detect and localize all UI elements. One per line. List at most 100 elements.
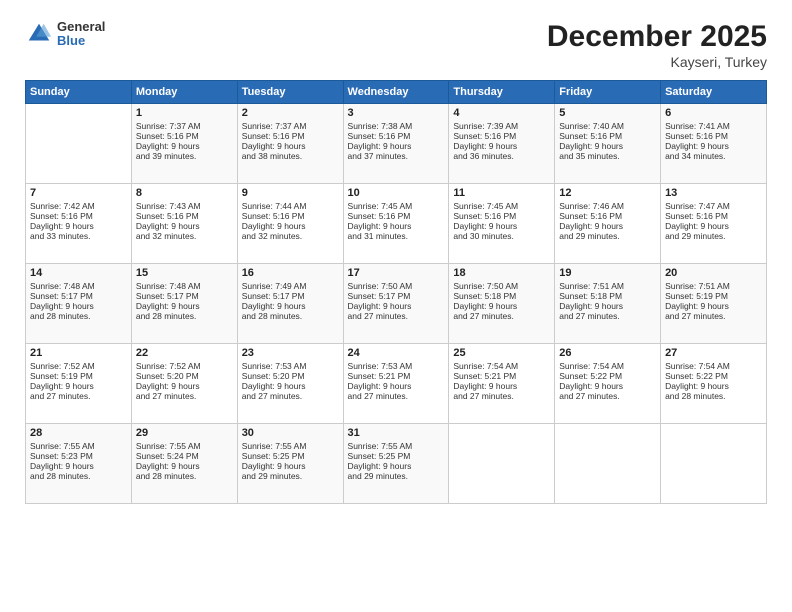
cell-w1-d0: 7Sunrise: 7:42 AMSunset: 5:16 PMDaylight… — [26, 184, 132, 264]
cell-w3-d6: 27Sunrise: 7:54 AMSunset: 5:22 PMDayligh… — [661, 344, 767, 424]
day-number: 19 — [559, 267, 656, 279]
cell-text: Daylight: 9 hours — [30, 381, 127, 391]
cell-w4-d3: 31Sunrise: 7:55 AMSunset: 5:25 PMDayligh… — [343, 424, 449, 504]
cell-text: and 27 minutes. — [453, 311, 550, 321]
cell-w0-d6: 6Sunrise: 7:41 AMSunset: 5:16 PMDaylight… — [661, 104, 767, 184]
cell-text: Sunrise: 7:53 AM — [348, 361, 445, 371]
cell-w1-d5: 12Sunrise: 7:46 AMSunset: 5:16 PMDayligh… — [555, 184, 661, 264]
col-saturday: Saturday — [661, 81, 767, 104]
cell-text: Daylight: 9 hours — [348, 461, 445, 471]
col-wednesday: Wednesday — [343, 81, 449, 104]
cell-text: Sunrise: 7:42 AM — [30, 201, 127, 211]
day-number: 8 — [136, 187, 233, 199]
cell-w1-d4: 11Sunrise: 7:45 AMSunset: 5:16 PMDayligh… — [449, 184, 555, 264]
cell-text: and 28 minutes. — [136, 311, 233, 321]
cell-text: Sunset: 5:24 PM — [136, 451, 233, 461]
cell-text: Daylight: 9 hours — [242, 381, 339, 391]
cell-text: Sunset: 5:16 PM — [559, 131, 656, 141]
calendar-page: General Blue December 2025 Kayseri, Turk… — [0, 0, 792, 612]
cell-text: Sunrise: 7:48 AM — [30, 281, 127, 291]
cell-w4-d2: 30Sunrise: 7:55 AMSunset: 5:25 PMDayligh… — [237, 424, 343, 504]
location: Kayseri, Turkey — [547, 54, 767, 70]
cell-text: Sunrise: 7:51 AM — [665, 281, 762, 291]
cell-text: and 27 minutes. — [136, 391, 233, 401]
day-number: 6 — [665, 107, 762, 119]
cell-text: Daylight: 9 hours — [136, 221, 233, 231]
cell-w3-d0: 21Sunrise: 7:52 AMSunset: 5:19 PMDayligh… — [26, 344, 132, 424]
cell-text: Sunrise: 7:37 AM — [242, 121, 339, 131]
cell-text: and 37 minutes. — [348, 151, 445, 161]
cell-text: Sunset: 5:16 PM — [665, 131, 762, 141]
cell-text: and 36 minutes. — [453, 151, 550, 161]
cell-text: and 33 minutes. — [30, 231, 127, 241]
cell-text: Sunset: 5:20 PM — [242, 371, 339, 381]
cell-text: Sunset: 5:21 PM — [348, 371, 445, 381]
cell-text: Sunset: 5:16 PM — [453, 131, 550, 141]
cell-w3-d1: 22Sunrise: 7:52 AMSunset: 5:20 PMDayligh… — [131, 344, 237, 424]
cell-text: Sunset: 5:25 PM — [348, 451, 445, 461]
cell-text: and 28 minutes. — [30, 311, 127, 321]
day-number: 22 — [136, 347, 233, 359]
cell-w0-d2: 2 Sunrise: 7:37 AMSunset: 5:16 PMDaylight… — [237, 104, 343, 184]
cell-text: Daylight: 9 hours — [136, 461, 233, 471]
cell-text: Daylight: 9 hours — [242, 141, 339, 151]
cell-text: and 27 minutes. — [348, 311, 445, 321]
cell-text: and 28 minutes. — [136, 471, 233, 481]
cell-text: and 31 minutes. — [348, 231, 445, 241]
day-number: 12 — [559, 187, 656, 199]
cell-text: Daylight: 9 hours — [665, 301, 762, 311]
week-row-1: 7Sunrise: 7:42 AMSunset: 5:16 PMDaylight… — [26, 184, 767, 264]
cell-w3-d2: 23Sunrise: 7:53 AMSunset: 5:20 PMDayligh… — [237, 344, 343, 424]
cell-text: Sunset: 5:16 PM — [136, 211, 233, 221]
cell-text: and 27 minutes. — [665, 311, 762, 321]
cell-w2-d6: 20 Sunrise: 7:51 AMSunset: 5:19 PMDayligh… — [661, 264, 767, 344]
day-number: 26 — [559, 347, 656, 359]
header: General Blue December 2025 Kayseri, Turk… — [25, 20, 767, 70]
cell-text: and 29 minutes. — [665, 231, 762, 241]
day-number: 2 — [242, 107, 339, 119]
title-block: December 2025 Kayseri, Turkey — [547, 20, 767, 70]
cell-w0-d4: 4Sunrise: 7:39 AMSunset: 5:16 PMDaylight… — [449, 104, 555, 184]
cell-text: Daylight: 9 hours — [136, 381, 233, 391]
month-title: December 2025 — [547, 20, 767, 54]
cell-text: Sunrise: 7:45 AM — [453, 201, 550, 211]
cell-text: and 35 minutes. — [559, 151, 656, 161]
calendar-table: Sunday Monday Tuesday Wednesday Thursday… — [25, 80, 767, 504]
cell-text: Sunrise: 7:41 AM — [665, 121, 762, 131]
logo: General Blue — [25, 20, 105, 49]
cell-w3-d4: 25Sunrise: 7:54 AMSunset: 5:21 PMDayligh… — [449, 344, 555, 424]
cell-text: Sunset: 5:16 PM — [453, 211, 550, 221]
cell-text: Daylight: 9 hours — [136, 141, 233, 151]
day-number: 5 — [559, 107, 656, 119]
cell-text: and 28 minutes. — [665, 391, 762, 401]
col-thursday: Thursday — [449, 81, 555, 104]
cell-text: Daylight: 9 hours — [559, 301, 656, 311]
cell-text: Sunrise: 7:55 AM — [30, 441, 127, 451]
cell-text: Sunrise: 7:40 AM — [559, 121, 656, 131]
cell-text: Sunset: 5:16 PM — [242, 131, 339, 141]
cell-text: Daylight: 9 hours — [348, 301, 445, 311]
week-row-0: 1Sunrise: 7:37 AMSunset: 5:16 PMDaylight… — [26, 104, 767, 184]
logo-text: General Blue — [57, 20, 105, 49]
cell-w1-d6: 13Sunrise: 7:47 AMSunset: 5:16 PMDayligh… — [661, 184, 767, 264]
cell-text: Sunrise: 7:55 AM — [348, 441, 445, 451]
cell-text: Daylight: 9 hours — [136, 301, 233, 311]
col-sunday: Sunday — [26, 81, 132, 104]
cell-text: and 27 minutes. — [559, 311, 656, 321]
day-number: 29 — [136, 427, 233, 439]
day-number: 18 — [453, 267, 550, 279]
cell-text: and 28 minutes. — [30, 471, 127, 481]
cell-text: and 27 minutes. — [559, 391, 656, 401]
cell-text: Daylight: 9 hours — [665, 381, 762, 391]
cell-text: and 28 minutes. — [242, 311, 339, 321]
cell-w3-d3: 24Sunrise: 7:53 AMSunset: 5:21 PMDayligh… — [343, 344, 449, 424]
cell-text: Daylight: 9 hours — [242, 461, 339, 471]
cell-text: and 34 minutes. — [665, 151, 762, 161]
cell-text: Sunset: 5:16 PM — [242, 211, 339, 221]
cell-text: Sunset: 5:19 PM — [665, 291, 762, 301]
header-row: Sunday Monday Tuesday Wednesday Thursday… — [26, 81, 767, 104]
cell-text: Sunrise: 7:45 AM — [348, 201, 445, 211]
cell-text: and 29 minutes. — [242, 471, 339, 481]
day-number: 20 — [665, 267, 762, 279]
day-number: 15 — [136, 267, 233, 279]
